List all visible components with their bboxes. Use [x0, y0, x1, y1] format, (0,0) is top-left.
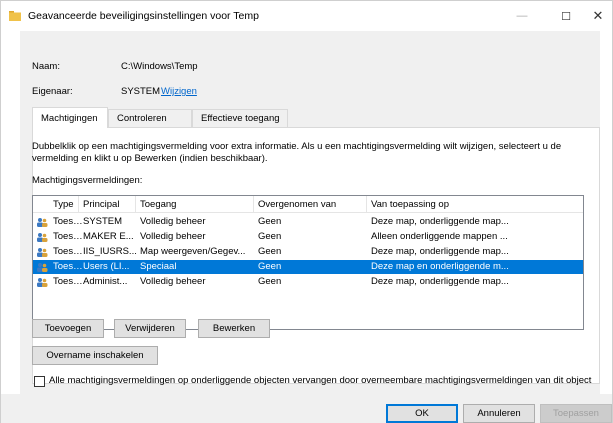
cell-inherited-from: Geen	[258, 216, 282, 227]
users-icon	[37, 218, 48, 227]
table-row[interactable]: Toesta...Users (LI... Speciaal Geen Deze ma…	[33, 260, 583, 274]
cell-inherited-from: Geen	[258, 276, 282, 287]
cell-principal: MAKER E...	[83, 231, 134, 242]
name-value: C:\Windows\Temp	[121, 61, 198, 72]
add-button[interactable]: Toevoegen	[32, 319, 104, 338]
tab-label: Controleren	[117, 113, 167, 124]
tab-label: Effectieve toegang	[201, 113, 280, 124]
tab-effective-access[interactable]: Effectieve toegang	[192, 109, 288, 127]
title-bar[interactable]: Geavanceerde beveiligingsinstellingen vo…	[1, 1, 612, 31]
users-icon	[37, 248, 48, 257]
cell-inherited-from: Geen	[258, 231, 282, 242]
table-row[interactable]: Toesta...SYSTEM Volledig beheer Geen Deze m…	[33, 215, 583, 229]
table-row[interactable]: Toesta...MAKER E... Volledig beheer Geen Al…	[33, 230, 583, 244]
owner-value: SYSTEM	[121, 86, 161, 97]
enable-inheritance-button[interactable]: Overname inschakelen	[32, 346, 158, 365]
folder-icon	[9, 11, 21, 21]
table-row[interactable]: Toesta...Administ... Volledig beheer Geen D…	[33, 275, 583, 289]
apply-button[interactable]: Toepassen	[540, 404, 612, 423]
cell-inherited-from: Geen	[258, 246, 282, 257]
replace-child-permissions-checkbox[interactable]	[34, 376, 45, 387]
cell-access: Volledig beheer	[140, 216, 206, 227]
replace-child-permissions-label: Alle machtigingsvermeldingen op onderlig…	[49, 375, 592, 386]
cell-type: Toesta...	[53, 231, 83, 242]
cell-access: Volledig beheer	[140, 231, 206, 242]
column-header-type[interactable]: Type	[47, 196, 79, 213]
users-icon	[37, 263, 48, 272]
instructions-text: Dubbelklik op een machtigingsvermelding …	[32, 141, 562, 164]
left-margin	[1, 31, 20, 394]
maximize-button[interactable]: ☐	[549, 1, 583, 31]
tab-label: Machtigingen	[41, 112, 98, 124]
permission-entries-list[interactable]: Type Principal Toegang Overgenomen van V…	[32, 195, 584, 330]
cell-type: Toesta...	[53, 246, 83, 257]
list-header: Type Principal Toegang Overgenomen van V…	[33, 196, 583, 213]
dialog-content: Naam: C:\Windows\Temp Eigenaar: SYSTEM W…	[20, 31, 600, 394]
owner-label: Eigenaar:	[32, 86, 73, 97]
cell-access: Map weergeven/Gegev...	[140, 246, 246, 257]
close-button[interactable]: ✕	[581, 1, 613, 31]
cell-type: Toesta...	[53, 216, 83, 227]
column-header-principal[interactable]: Principal	[79, 196, 136, 213]
column-header-access[interactable]: Toegang	[136, 196, 254, 213]
table-row[interactable]: Toesta...IIS_IUSRS...Map weergeven/Gegev…	[33, 245, 583, 259]
ok-button[interactable]: OK	[386, 404, 458, 423]
minimize-button[interactable]: —	[505, 1, 539, 31]
window-title: Geavanceerde beveiligingsinstellingen vo…	[28, 10, 259, 22]
edit-button[interactable]: Bewerken	[198, 319, 270, 338]
cell-principal: Users (LI...	[83, 261, 130, 272]
cell-type: Toesta...	[53, 276, 83, 287]
cell-applies-to: Deze map, onderliggende map...	[371, 276, 509, 287]
cell-principal: SYSTEM	[83, 216, 123, 227]
cell-applies-to: Alleen onderliggende mappen ...	[371, 231, 508, 242]
cell-access: Speciaal	[140, 261, 177, 272]
security-dialog-window: Geavanceerde beveiligingsinstellingen vo…	[0, 0, 613, 423]
cell-principal: Administ...	[83, 276, 128, 287]
remove-button[interactable]: Verwijderen	[114, 319, 186, 338]
right-margin	[600, 31, 612, 394]
cell-inherited-from: Geen	[258, 261, 282, 272]
column-header-applies-to[interactable]: Van toepassing op	[367, 196, 517, 213]
tab-auditing[interactable]: Controleren	[108, 109, 192, 127]
change-owner-link[interactable]: Wijzigen	[161, 86, 197, 97]
name-label: Naam:	[32, 61, 60, 72]
dialog-button-bar: OK Annuleren Toepassen	[1, 394, 612, 423]
cell-type: Toesta...	[53, 261, 83, 272]
column-header-inherited-from[interactable]: Overgenomen van	[254, 196, 367, 213]
cell-access: Volledig beheer	[140, 276, 206, 287]
cancel-button[interactable]: Annuleren	[463, 404, 535, 423]
users-icon	[37, 278, 48, 287]
cell-applies-to: Deze map, onderliggende map...	[371, 246, 509, 257]
permission-entries-label: Machtigingsvermeldingen:	[32, 175, 143, 186]
tab-permissions[interactable]: Machtigingen	[32, 107, 108, 128]
cell-applies-to: Deze map en onderliggende m...	[371, 261, 509, 272]
cell-principal: IIS_IUSRS...	[83, 246, 137, 257]
users-icon	[37, 233, 48, 242]
cell-applies-to: Deze map, onderliggende map...	[371, 216, 509, 227]
